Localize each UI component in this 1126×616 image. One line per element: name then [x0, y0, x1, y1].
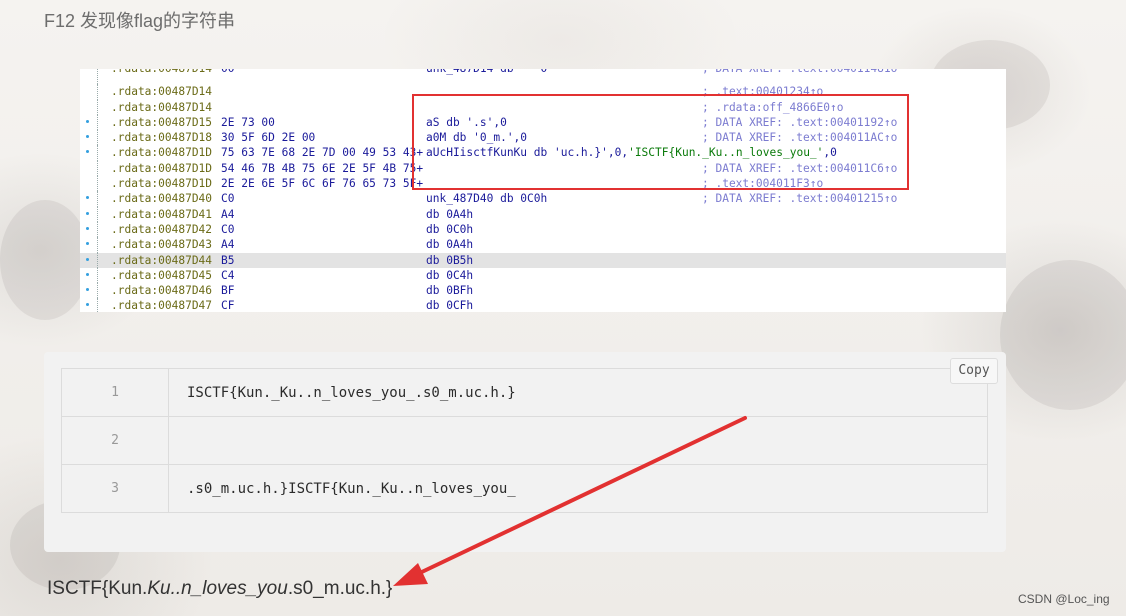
- gutter-separator: [97, 84, 98, 100]
- code-line: 2: [61, 416, 988, 465]
- row-marker-dot: [86, 196, 89, 200]
- gutter-separator: [97, 69, 98, 85]
- row-marker-dot: [86, 242, 89, 246]
- gutter-separator: [97, 114, 98, 131]
- gutter-separator: [97, 130, 98, 146]
- code-text: ISCTF{Kun._Ku..n_loves_you_.s0_m.uc.h.}: [168, 368, 988, 417]
- ida-address: .rdata:00487D14: [111, 69, 212, 76]
- ida-bytes: 2E 2E 6E 5F 6C 6F 76 65 73 5F+: [221, 177, 424, 191]
- final-flag-part3: .s0_m.uc.h.}: [287, 578, 393, 599]
- ida-instruction: db 0A4h: [426, 238, 474, 252]
- ida-bytes: 75 63 7E 68 2E 7D 00 49 53 43+: [221, 146, 424, 160]
- gutter-separator: [97, 176, 98, 192]
- row-marker-dot: [86, 272, 89, 276]
- row-marker-dot: [86, 119, 89, 123]
- ida-address: .rdata:00487D45: [111, 268, 213, 282]
- ida-address: .rdata:00487D18: [111, 131, 213, 145]
- ida-row: .rdata:00487D44 B5 db 0B5h: [80, 252, 1006, 268]
- code-block: 1 ISCTF{Kun._Ku..n_loves_you_.s0_m.uc.h.}…: [61, 368, 988, 513]
- ida-bytes: CF: [221, 299, 235, 312]
- ida-address: .rdata:00487D44: [111, 253, 213, 267]
- ida-address: .rdata:00487D40: [111, 192, 213, 206]
- gutter-separator: [97, 145, 98, 161]
- ida-row: .rdata:00487D14 00 unk_487D14 db 0 ; DATA X…: [80, 69, 1006, 85]
- row-marker-dot: [86, 303, 89, 307]
- ida-address: .rdata:00487D41: [111, 207, 213, 221]
- code-text: [168, 416, 988, 465]
- ida-address: .rdata:00487D1D: [111, 177, 213, 191]
- ida-address: .rdata:00487D1D: [111, 146, 213, 160]
- ida-bytes: C0: [221, 192, 235, 206]
- ida-instruction: db 0BFh: [426, 284, 474, 298]
- ida-instruction: unk_487D40 db 0C0h: [426, 192, 548, 206]
- ida-row: .rdata:00487D40 C0 unk_487D40 db 0C0h ; DAT…: [80, 191, 1006, 207]
- final-flag-part2: Ku..n_loves_you: [147, 578, 288, 599]
- ida-bytes: 30 5F 6D 2E 00: [221, 131, 316, 145]
- ida-instruction: db 0B5h: [426, 253, 474, 267]
- row-marker-dot: [86, 226, 89, 230]
- step-heading: F12 发现像flag的字符串: [44, 11, 236, 31]
- ida-bytes: C4: [221, 268, 235, 282]
- ida-bytes: BF: [221, 284, 235, 298]
- row-marker-dot: [86, 211, 89, 215]
- ida-comment: ; DATA XREF: .text:00401215↑o: [702, 192, 898, 206]
- gutter-separator: [97, 206, 98, 222]
- code-line: 3 .s0_m.uc.h.}ISCTF{Kun._Ku..n_loves_you_: [61, 464, 988, 513]
- gutter-separator: [97, 283, 98, 299]
- ida-row: .rdata:00487D47 CF db 0CFh: [80, 298, 1006, 312]
- code-line: 1 ISCTF{Kun._Ku..n_loves_you_.s0_m.uc.h.}: [61, 368, 988, 417]
- ida-bytes: 2E 73 00: [221, 115, 275, 129]
- ida-instruction: unk_487D14 db 0: [426, 69, 547, 76]
- ida-row: .rdata:00487D41 A4 db 0A4h: [80, 206, 1006, 222]
- row-marker-dot: [86, 135, 89, 139]
- ida-bytes: C0: [221, 222, 235, 236]
- ida-comment: ; DATA XREF: .text:004011481o: [702, 69, 897, 76]
- ida-bytes: 00: [221, 69, 234, 76]
- ida-instruction: db 0A4h: [426, 207, 474, 221]
- line-number: 3: [61, 464, 169, 513]
- ida-address: .rdata:00487D42: [111, 222, 213, 236]
- line-number: 2: [61, 416, 169, 465]
- gutter-separator: [97, 221, 98, 238]
- red-highlight-box: [412, 94, 909, 190]
- row-marker-dot: [86, 257, 89, 261]
- ida-row: .rdata:00487D46 BF db 0BFh: [80, 283, 1006, 299]
- watermark: CSDN @Loc_ing: [1018, 592, 1110, 606]
- ida-bytes: 54 46 7B 4B 75 6E 2E 5F 4B 75+: [221, 161, 424, 175]
- gutter-separator: [97, 237, 98, 253]
- ida-instruction: db 0CFh: [426, 299, 474, 312]
- ida-address: .rdata:00487D47: [111, 299, 213, 312]
- ida-address: .rdata:00487D14: [111, 100, 213, 114]
- ida-address: .rdata:00487D1D: [111, 161, 213, 175]
- line-number: 1: [61, 368, 169, 417]
- gutter-separator: [97, 267, 98, 284]
- code-text: .s0_m.uc.h.}ISCTF{Kun._Ku..n_loves_you_: [168, 464, 988, 513]
- gutter-separator: [97, 99, 98, 115]
- final-flag: ISCTF{Kun.Ku..n_loves_you.s0_m.uc.h.}: [47, 578, 392, 600]
- row-marker-dot: [86, 150, 89, 154]
- ida-bytes: B5: [221, 253, 235, 267]
- ida-row: .rdata:00487D45 C4 db 0C4h: [80, 267, 1006, 284]
- copy-button[interactable]: Copy: [950, 358, 998, 384]
- ida-row: .rdata:00487D42 C0 db 0C0h: [80, 221, 1006, 238]
- final-flag-part1: ISCTF{Kun.: [47, 578, 148, 599]
- gutter-separator: [97, 252, 98, 268]
- ida-address: .rdata:00487D46: [111, 284, 213, 298]
- ida-address: .rdata:00487D43: [111, 238, 213, 252]
- ida-instruction: db 0C0h: [426, 222, 474, 236]
- ida-address: .rdata:00487D14: [111, 85, 213, 99]
- gutter-separator: [97, 191, 98, 207]
- ida-row: .rdata:00487D43 A4 db 0A4h: [80, 237, 1006, 253]
- gutter-separator: [97, 298, 98, 312]
- ida-bytes: A4: [221, 207, 235, 221]
- ida-address: .rdata:00487D15: [111, 115, 213, 129]
- gutter-separator: [97, 160, 98, 177]
- ida-bytes: A4: [221, 238, 235, 252]
- ida-instruction: db 0C4h: [426, 268, 474, 282]
- row-marker-dot: [86, 288, 89, 292]
